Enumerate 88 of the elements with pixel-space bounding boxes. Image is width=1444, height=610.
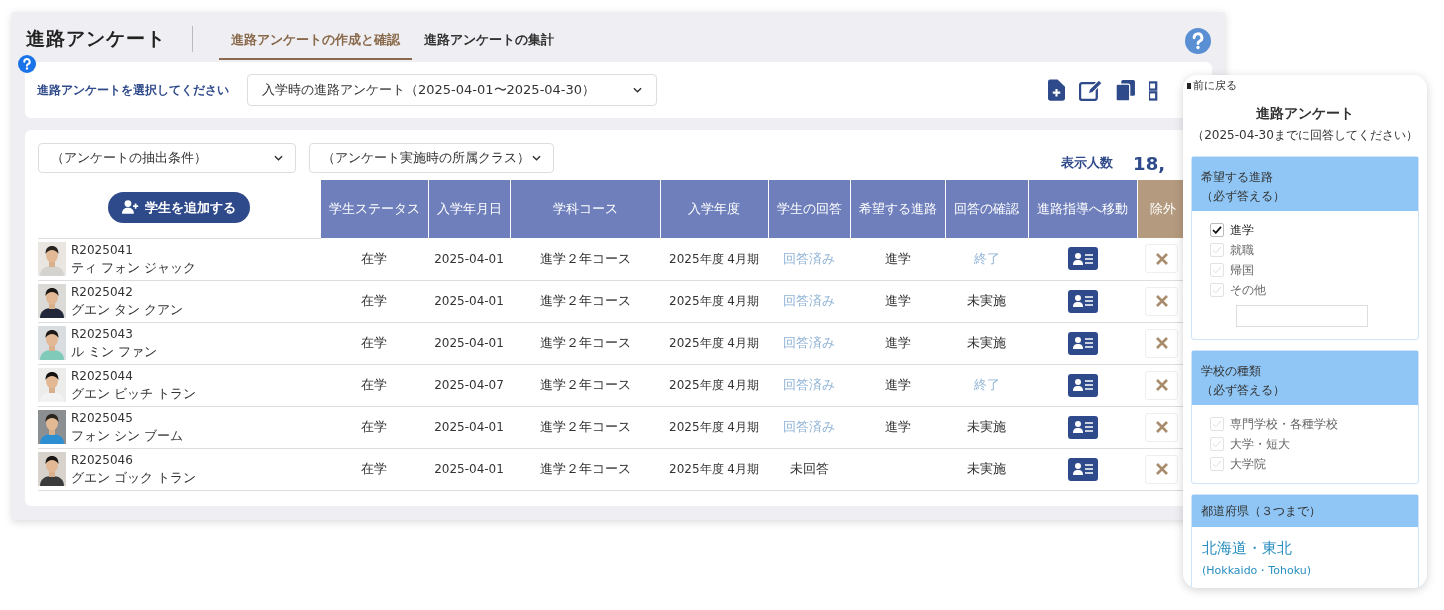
table-cell: 2025-04-07 bbox=[434, 378, 504, 393]
confirm-status: 未実施 bbox=[967, 419, 1006, 435]
table-cell: 2025-04-01 bbox=[434, 252, 504, 266]
answer-status: 未回答 bbox=[789, 461, 829, 477]
student-id: R2025046 bbox=[71, 452, 134, 469]
column-header: 入学年月日 bbox=[428, 180, 510, 238]
option-label: 進学 bbox=[1230, 222, 1254, 237]
table-cell: 2025-04-01 bbox=[434, 462, 504, 477]
table-cell: 2025年度 4月期 bbox=[669, 378, 759, 393]
table-cell: 2025年度 4月期 bbox=[669, 252, 759, 266]
table-cell: 在学 bbox=[361, 293, 387, 309]
confirm-status: 終了 bbox=[973, 251, 1000, 266]
answer-status: 回答済み bbox=[783, 335, 835, 351]
confirm-status: 未実施 bbox=[967, 293, 1006, 309]
option-label: 就職 bbox=[1230, 242, 1254, 257]
student-name: グエン ビッチ トラン bbox=[71, 385, 197, 402]
option-label: 帰国 bbox=[1230, 262, 1254, 277]
table-cell: 2025-04-01 bbox=[434, 294, 504, 309]
table-cell: 進学２年コース bbox=[539, 419, 631, 435]
table-cell: 在学 bbox=[361, 335, 387, 351]
table-cell: 進学２年コース bbox=[539, 461, 631, 477]
region-heading[interactable]: 北海道・東北 bbox=[1202, 538, 1400, 557]
filter-select[interactable]: （アンケート実施時の所属クラス） bbox=[309, 143, 554, 173]
student-id: R2025041 bbox=[71, 242, 134, 259]
table-cell: 進学２年コース bbox=[539, 335, 631, 351]
answer-status: 回答済み bbox=[783, 377, 835, 393]
table-cell: 進学２年コース bbox=[539, 251, 631, 266]
table-cell: 進学２年コース bbox=[539, 377, 631, 393]
add-student-button[interactable]: 学生を追加する bbox=[107, 191, 250, 223]
answer-status: 回答済み bbox=[783, 251, 835, 266]
question-title: 都道府県（３つまで） bbox=[1201, 502, 1322, 519]
table-cell: 進学 bbox=[884, 251, 911, 266]
table-cell: 2025-04-01 bbox=[434, 336, 504, 351]
table-cell: 2025年度 4月期 bbox=[669, 462, 759, 477]
question-note: （必ず答える） bbox=[1201, 382, 1286, 397]
preview-title: 進路アンケート bbox=[1255, 103, 1355, 123]
column-header: 回答の確認 bbox=[945, 180, 1028, 238]
answer-status: 回答済み bbox=[783, 419, 835, 435]
confirm-status: 未実施 bbox=[967, 461, 1006, 477]
region-subheading: (Hokkaido・Tohoku) bbox=[1202, 562, 1312, 579]
survey-select[interactable]: 入学時の進路アンケート（2025-04-01〜2025-04-30） bbox=[247, 74, 657, 106]
table-cell: 在学 bbox=[361, 377, 387, 393]
confirm-status: 終了 bbox=[973, 377, 1000, 393]
student-name: フォン シン ブーム bbox=[71, 427, 184, 444]
count-value: 18, bbox=[1133, 151, 1165, 176]
table-cell: 在学 bbox=[361, 251, 387, 266]
question-title: 学校の種類 bbox=[1201, 362, 1262, 379]
table-cell: 進学２年コース bbox=[539, 293, 631, 309]
student-id: R2025044 bbox=[71, 368, 134, 385]
question-note: （必ず答える） bbox=[1201, 188, 1286, 203]
answer-status: 回答済み bbox=[783, 293, 835, 309]
column-header: 学生の回答 bbox=[768, 180, 850, 238]
table-cell: 2025年度 4月期 bbox=[669, 420, 759, 435]
table-cell: 2025-04-01 bbox=[434, 420, 504, 435]
table-cell: 2025年度 4月期 bbox=[669, 336, 759, 351]
student-name: ティ フォン ジャック bbox=[71, 259, 197, 276]
tab[interactable]: 進路アンケートの作成と確認 bbox=[218, 25, 412, 60]
column-header: 進路指導へ移動 bbox=[1028, 180, 1137, 238]
table-cell: 進学 bbox=[884, 335, 911, 351]
table-cell: 在学 bbox=[361, 461, 387, 477]
student-id: R2025042 bbox=[71, 284, 134, 301]
count-label: 表示人数 bbox=[1061, 154, 1114, 173]
table-cell: 進学 bbox=[884, 419, 911, 435]
option-label: 専門学校・各種学校 bbox=[1230, 416, 1338, 431]
confirm-status: 未実施 bbox=[967, 335, 1006, 351]
student-id: R2025045 bbox=[71, 410, 134, 427]
student-id: R2025043 bbox=[71, 326, 134, 343]
column-header: 入学年度 bbox=[660, 180, 768, 238]
back-link[interactable]: 前に戻る bbox=[1193, 78, 1237, 95]
column-header: 希望する進路 bbox=[850, 180, 945, 238]
table-cell: 進学 bbox=[884, 377, 911, 393]
column-header: 学生ステータス bbox=[320, 180, 428, 238]
filter-select[interactable]: （アンケートの抽出条件） bbox=[38, 143, 296, 173]
option-label: 大学院 bbox=[1230, 456, 1266, 471]
option-label: 大学・短大 bbox=[1230, 436, 1290, 451]
student-name: ル ミン ファン bbox=[71, 343, 158, 360]
table-cell: 進学 bbox=[884, 293, 911, 309]
field-label: 進路アンケートを選択してください bbox=[37, 82, 230, 99]
preview-subtitle: （2025-04-30までに回答してください） bbox=[1191, 126, 1419, 144]
table-cell: 2025年度 4月期 bbox=[669, 294, 759, 309]
option-label: その他 bbox=[1230, 282, 1266, 297]
table-cell: 在学 bbox=[361, 419, 387, 435]
column-header: 学科コース bbox=[510, 180, 660, 238]
student-name: グエン ゴック トラン bbox=[71, 469, 197, 486]
app-title: 進路アンケート bbox=[26, 25, 166, 51]
tab[interactable]: 進路アンケートの集計 bbox=[411, 25, 566, 60]
question-title: 希望する進路 bbox=[1201, 168, 1274, 185]
student-name: グエン タン クアン bbox=[71, 301, 184, 318]
